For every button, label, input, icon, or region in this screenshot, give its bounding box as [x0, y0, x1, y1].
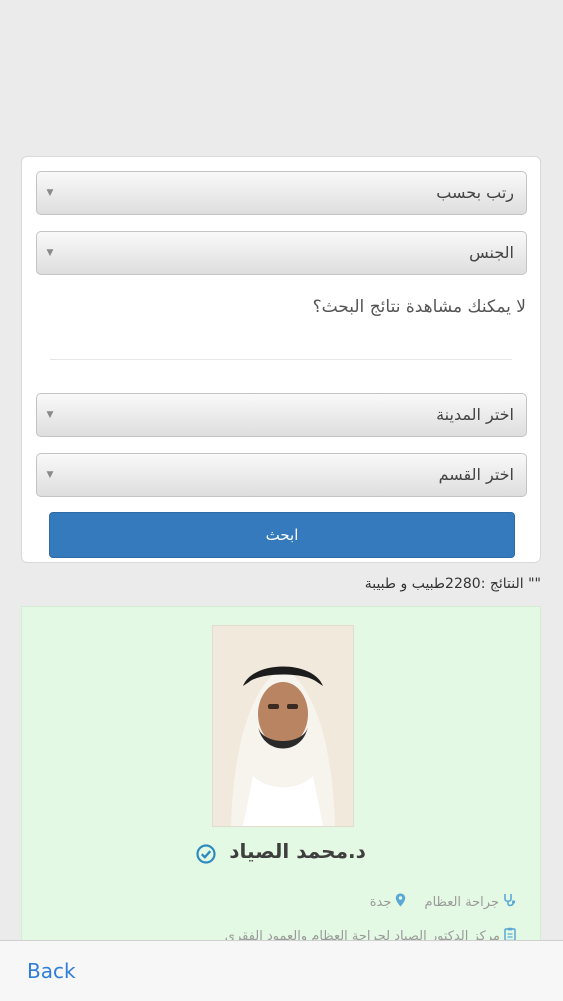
results-count: "" النتائج :2280طبيب و طبيبة [364, 576, 541, 592]
stethoscope-icon [499, 893, 516, 911]
gender-select[interactable]: الجنس ▼ [36, 231, 527, 275]
sort-by-select[interactable]: رتب بحسب ▼ [36, 171, 527, 215]
divider [50, 359, 512, 360]
chevron-down-icon: ▼ [46, 248, 54, 258]
search-hint-link[interactable]: لا يمكنك مشاهدة نتائج البحث؟ [313, 297, 526, 317]
specialty-text: جراحة العظام [424, 894, 499, 910]
location-pin-icon [391, 893, 406, 911]
department-label: اختر القسم [438, 465, 514, 484]
city-select[interactable]: اختر المدينة ▼ [36, 393, 527, 437]
department-select[interactable]: اختر القسم ▼ [36, 453, 527, 497]
specialty-item: جراحة العظام [425, 893, 516, 911]
city-text: جدة [369, 894, 392, 910]
bottom-toolbar: Back [0, 940, 563, 1001]
verified-check-icon [196, 843, 216, 864]
search-button[interactable]: ابحث [49, 512, 515, 558]
doctor-meta: جراحة العظام جدة [356, 893, 516, 911]
gender-label: الجنس [469, 243, 514, 262]
chevron-down-icon: ▼ [46, 188, 54, 198]
sort-by-label: رتب بحسب [436, 183, 514, 202]
chevron-down-icon: ▼ [46, 410, 54, 420]
back-button[interactable]: Back [27, 941, 76, 1001]
doctor-name-row: د.محمد الصياد [22, 839, 540, 864]
city-label: اختر المدينة [436, 405, 514, 424]
filter-panel: رتب بحسب ▼ الجنس ▼ لا يمكنك مشاهدة نتائج… [21, 156, 541, 563]
doctor-portrait-image [213, 626, 353, 826]
chevron-down-icon: ▼ [46, 470, 54, 480]
doctor-name[interactable]: د.محمد الصياد [229, 839, 366, 863]
doctor-photo[interactable] [212, 625, 354, 827]
city-item: جدة [370, 893, 407, 911]
